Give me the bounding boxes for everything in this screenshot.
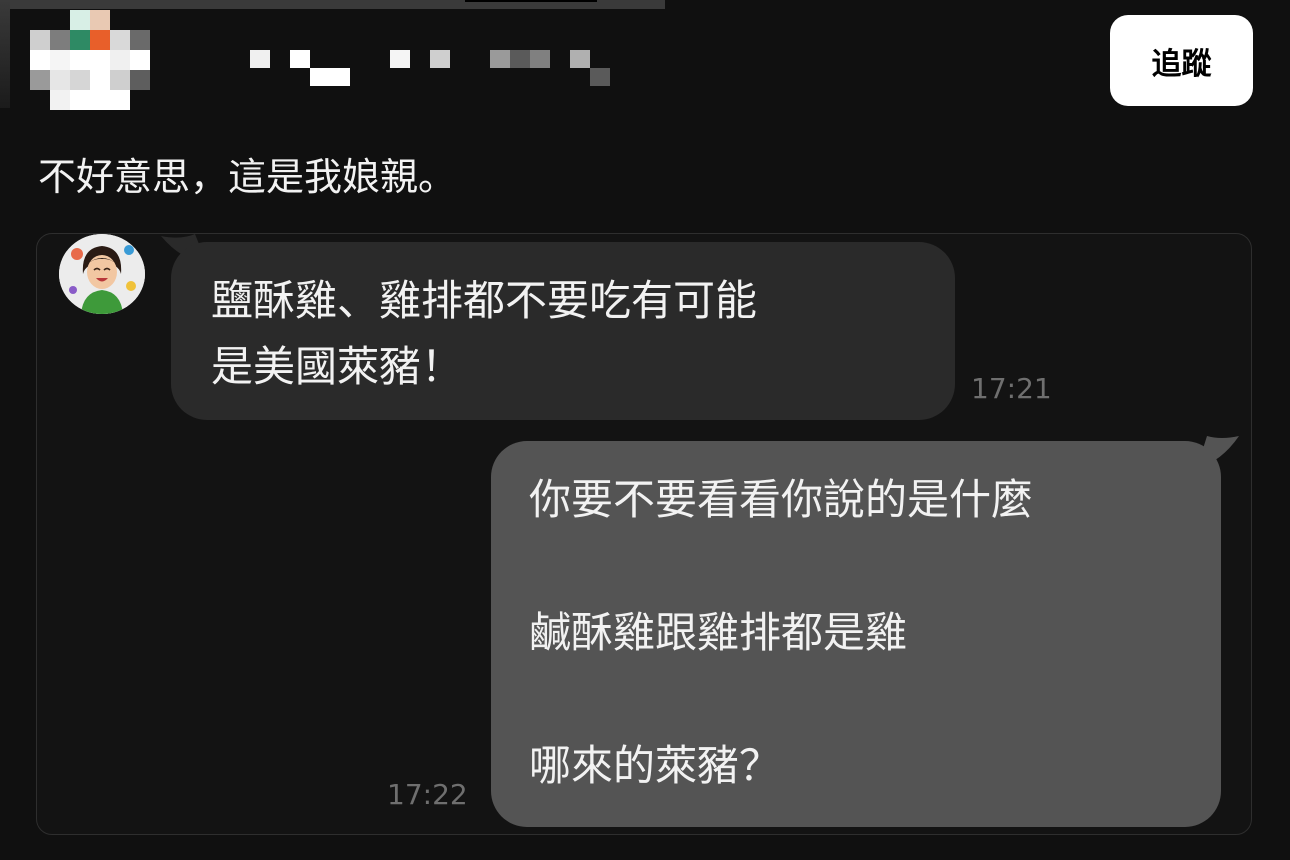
outgoing-message-bubble[interactable]: 你要不要看看你說的是什麼 鹹酥雞跟雞排都是雞 哪來的萊豬？ xyxy=(491,441,1221,827)
top-handle xyxy=(465,0,597,2)
left-edge-strip xyxy=(0,0,10,108)
outgoing-message-time: 17:22 xyxy=(387,778,468,811)
chat-screenshot-card[interactable]: 鹽酥雞、雞排都不要吃有可能 是美國萊豬！ 17:21 你要不要看看你說的是什麼 … xyxy=(36,233,1252,835)
outgoing-message-line: 鹹酥雞跟雞排都是雞 xyxy=(529,608,908,657)
incoming-message-time: 17:21 xyxy=(971,372,1052,405)
follow-button[interactable]: 追蹤 xyxy=(1110,15,1253,106)
post-view: 追蹤 不好意思，這是我娘親。 鹽酥雞、雞排都不要吃有可能 是美國萊豬！ 17:2… xyxy=(0,0,1290,860)
contact-avatar-image xyxy=(59,234,145,314)
outgoing-message-line: 哪來的萊豬？ xyxy=(529,741,782,790)
outgoing-message-line: 你要不要看看你說的是什麼 xyxy=(529,475,1034,524)
message-line-gap xyxy=(529,533,1221,600)
post-caption: 不好意思，這是我娘親。 xyxy=(38,155,457,199)
incoming-message-line: 是美國萊豬！ xyxy=(211,342,464,391)
profile-avatar-censored[interactable] xyxy=(30,10,150,110)
incoming-message-bubble[interactable]: 鹽酥雞、雞排都不要吃有可能 是美國萊豬！ xyxy=(171,242,955,420)
message-line-gap xyxy=(529,666,1221,733)
incoming-message-line: 鹽酥雞、雞排都不要吃有可能 xyxy=(211,276,758,325)
username-censored[interactable] xyxy=(250,50,620,90)
